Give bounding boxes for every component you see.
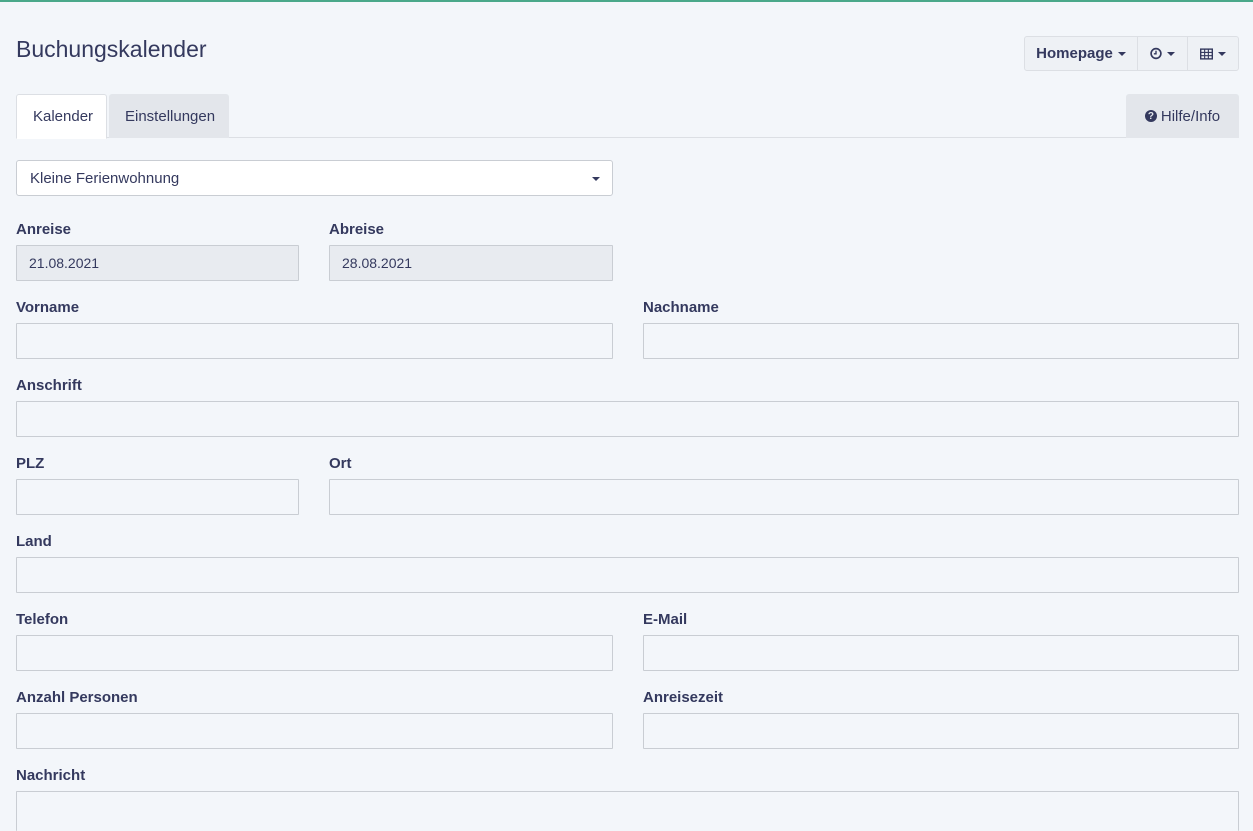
nachricht-label: Nachricht (16, 767, 86, 784)
personen-label: Anzahl Personen (16, 689, 138, 706)
anreise-field[interactable]: 21.08.2021 (16, 245, 299, 281)
tab-einstellungen[interactable]: Einstellungen (109, 94, 229, 138)
top-accent-line (0, 0, 1253, 2)
chevron-down-icon (1167, 51, 1175, 56)
land-label: Land (16, 533, 52, 550)
personen-field[interactable] (16, 713, 613, 749)
page: Buchungskalender Homepage Kalender Einst… (0, 0, 1253, 831)
anreisezeit-field[interactable] (643, 713, 1239, 749)
plz-field[interactable] (16, 479, 299, 515)
homepage-label: Homepage (1036, 45, 1113, 62)
nachname-label: Nachname (643, 299, 719, 316)
telefon-field[interactable] (16, 635, 613, 671)
abreise-field[interactable]: 28.08.2021 (329, 245, 613, 281)
telefon-label: Telefon (16, 611, 69, 628)
anschrift-field[interactable] (16, 401, 1239, 437)
nachricht-textarea[interactable] (16, 791, 1239, 831)
clock-icon (1150, 47, 1162, 60)
question-circle-icon: ? (1144, 110, 1157, 122)
homepage-dropdown-button[interactable]: Homepage (1025, 37, 1138, 70)
anreise-label: Anreise (16, 221, 72, 238)
anschrift-label: Anschrift (16, 377, 82, 394)
nachname-field[interactable] (643, 323, 1239, 359)
ort-field[interactable] (329, 479, 1239, 515)
apartment-select-value: Kleine Ferienwohnung (30, 169, 180, 187)
help-info-button[interactable]: ? Hilfe/Info (1126, 94, 1239, 138)
page-title: Buchungskalender (16, 36, 207, 62)
help-info-label: Hilfe/Info (1160, 107, 1221, 125)
vorname-field[interactable] (16, 323, 613, 359)
table-icon (1200, 47, 1213, 60)
chevron-down-icon (1218, 51, 1226, 56)
abreise-label: Abreise (329, 221, 385, 238)
email-field[interactable] (643, 635, 1239, 671)
clock-dropdown-button[interactable] (1138, 37, 1188, 70)
chevron-down-icon (592, 177, 600, 181)
anreisezeit-label: Anreisezeit (643, 689, 724, 706)
table-dropdown-button[interactable] (1188, 37, 1238, 70)
vorname-label: Vorname (16, 299, 80, 316)
tab-bar: Kalender Einstellungen (16, 94, 1239, 139)
land-field[interactable] (16, 557, 1239, 593)
email-label: E-Mail (643, 611, 688, 628)
apartment-select[interactable]: Kleine Ferienwohnung (16, 160, 613, 196)
header-button-group: Homepage (1024, 36, 1239, 71)
ort-label: Ort (329, 455, 352, 472)
tab-kalender[interactable]: Kalender (16, 94, 107, 139)
chevron-down-icon (1117, 51, 1126, 56)
plz-label: PLZ (16, 455, 45, 472)
